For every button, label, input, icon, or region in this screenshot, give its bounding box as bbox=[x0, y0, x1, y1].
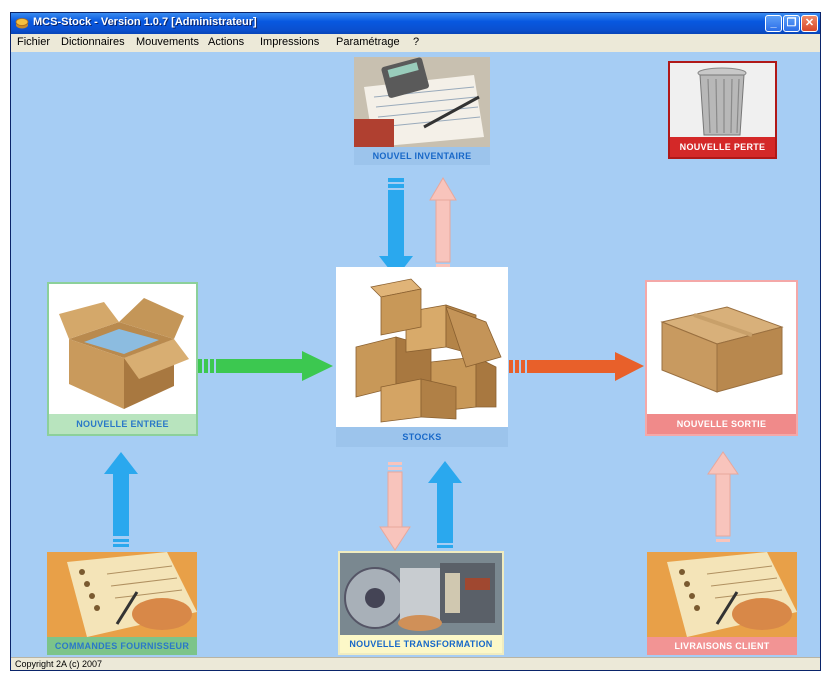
stacked-boxes-icon bbox=[336, 267, 508, 427]
tile-label: COMMANDES FOURNISSEUR bbox=[54, 641, 190, 651]
trash-bin-icon bbox=[670, 63, 775, 139]
app-icon bbox=[15, 18, 29, 29]
tile-label: NOUVELLE SORTIE bbox=[647, 414, 796, 434]
tile-label: STOCKS bbox=[336, 427, 508, 447]
tile-nouvelle-transformation[interactable]: NOUVELLE TRANSFORMATION bbox=[338, 551, 504, 655]
arrow-commandes-to-entree bbox=[104, 452, 138, 547]
tile-nouvelle-perte[interactable]: NOUVELLE PERTE bbox=[668, 61, 777, 159]
tile-label: NOUVEL INVENTAIRE bbox=[354, 147, 490, 165]
arrow-transformation-to-stocks bbox=[428, 461, 462, 548]
tile-nouvelle-sortie[interactable]: NOUVELLE SORTIE bbox=[645, 280, 798, 436]
closed-box-icon bbox=[647, 282, 796, 415]
tile-label: LIVRAISONS CLIENT bbox=[674, 641, 770, 651]
tile-label: NOUVELLE PERTE bbox=[670, 137, 775, 157]
tile-commandes-fournisseur[interactable]: COMMANDES FOURNISSEUR bbox=[47, 552, 197, 655]
title-bar[interactable]: MCS-Stock - Version 1.0.7 [Administrateu… bbox=[11, 13, 820, 34]
arrow-entree-to-stocks bbox=[198, 351, 333, 381]
minimize-button[interactable]: _ bbox=[765, 15, 782, 32]
menu-fichier[interactable]: Fichier bbox=[17, 36, 50, 48]
inventory-paper-icon bbox=[354, 57, 490, 147]
menu-impressions[interactable]: Impressions bbox=[260, 36, 319, 48]
notebook-writing-icon bbox=[47, 552, 197, 637]
close-button[interactable]: ✕ bbox=[801, 15, 818, 32]
arrow-inventaire-to-stocks bbox=[379, 178, 413, 278]
menu-bar: Fichier Dictionnaires Mouvements Actions… bbox=[11, 34, 820, 53]
arrow-stocks-to-transformation bbox=[379, 462, 411, 551]
tile-label: NOUVELLE ENTREE bbox=[49, 414, 196, 434]
open-box-icon bbox=[49, 284, 196, 416]
notebook-writing-icon bbox=[647, 552, 797, 637]
app-window: MCS-Stock - Version 1.0.7 [Administrateu… bbox=[10, 12, 821, 671]
status-bar: Copyright 2A (c) 2007 bbox=[11, 657, 820, 670]
tile-label: NOUVELLE TRANSFORMATION bbox=[340, 635, 502, 653]
restore-button[interactable]: ❐ bbox=[783, 15, 800, 32]
arrow-livraisons-to-sortie bbox=[707, 451, 739, 542]
window-title: MCS-Stock - Version 1.0.7 [Administrateu… bbox=[33, 16, 257, 28]
tile-nouvel-inventaire[interactable]: NOUVEL INVENTAIRE bbox=[354, 57, 490, 165]
menu-actions[interactable]: Actions bbox=[208, 36, 244, 48]
menu-help[interactable]: ? bbox=[413, 36, 419, 48]
workflow-canvas: NOUVEL INVENTAIRE NOUVELLE PERTE NOUVELL… bbox=[11, 52, 820, 657]
tile-stocks[interactable]: STOCKS bbox=[336, 267, 508, 447]
arrow-stocks-to-sortie bbox=[509, 352, 644, 381]
arrow-stocks-to-inventaire bbox=[429, 177, 457, 267]
copyright-text: Copyright 2A (c) 2007 bbox=[15, 659, 103, 669]
menu-dictionnaires[interactable]: Dictionnaires bbox=[61, 36, 125, 48]
machinery-icon bbox=[340, 553, 502, 635]
tile-nouvelle-entree[interactable]: NOUVELLE ENTREE bbox=[47, 282, 198, 436]
menu-parametrage[interactable]: Paramétrage bbox=[336, 36, 400, 48]
tile-livraisons-client[interactable]: LIVRAISONS CLIENT bbox=[647, 552, 797, 655]
menu-mouvements[interactable]: Mouvements bbox=[136, 36, 199, 48]
